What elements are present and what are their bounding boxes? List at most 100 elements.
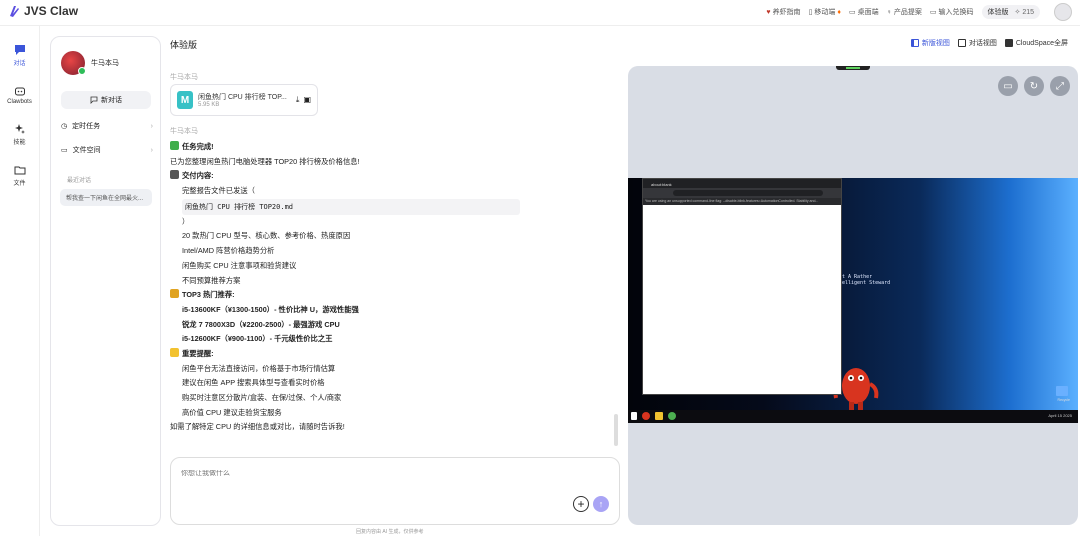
recycle-bin-icon[interactable] — [1056, 386, 1068, 396]
new-view-button[interactable]: 新版视图 — [910, 38, 950, 48]
shrimp-icon: ♥ — [766, 8, 771, 16]
message-line: 完整报告文件已发送（ — [182, 186, 255, 196]
profile-name: 牛马本马 — [91, 60, 119, 67]
recycle-bin-label: Recycle — [1057, 398, 1070, 402]
cloudspace-fullscreen-button[interactable]: CloudSpace全屏 — [1004, 38, 1068, 48]
browser-tab-strip: about:blank — [643, 179, 841, 188]
warning-icon — [170, 347, 179, 357]
chat-view-button[interactable]: 对话视图 — [957, 38, 997, 48]
message-line: 闲鱼平台无法直接访问，价格基于市场行情估算 — [182, 363, 336, 373]
browser-window[interactable]: about:blank You are using an unsupported… — [642, 178, 842, 395]
arrow-up-icon: ↑ — [598, 499, 604, 509]
message-line: 已为您整理闲鱼热门电脑处理器 TOP20 排行榜及价格信息! — [170, 156, 360, 166]
new-chat-button[interactable]: 新对话 — [61, 91, 151, 109]
assistant-message: 任务完成! 已为您整理闲鱼热门电脑处理器 TOP20 排行榜及价格信息! 交付内… — [170, 140, 620, 435]
check-icon — [170, 141, 179, 150]
message-line: 建议在闲鱼 APP 搜索具体型号查看实时价格 — [182, 378, 325, 388]
message-line: 高价值 CPU 建议走验货宝服务 — [182, 407, 282, 417]
expand-icon: ⤢ — [1056, 80, 1064, 92]
message-line: 任务完成! — [170, 140, 620, 155]
message-line: 重要提醒: — [170, 347, 620, 362]
message-line: 如需了解特定 CPU 的详细信息或对比，请随时告诉我! — [170, 422, 345, 432]
message-composer: + ↑ — [170, 457, 620, 525]
plan-pill[interactable]: 体验版 ✧ 215 — [981, 5, 1040, 19]
windows-taskbar: April 15 2025 — [628, 410, 1078, 423]
fullscreen-icon — [1004, 39, 1013, 47]
start-icon[interactable] — [631, 412, 637, 420]
guide-link[interactable]: ♥ 养虾指南 — [766, 7, 800, 17]
chevron-right-icon: › — [150, 122, 153, 130]
chrome-icon[interactable] — [668, 412, 676, 420]
send-button[interactable]: ↑ — [593, 496, 609, 512]
claw-logo-icon — [10, 6, 19, 17]
user-avatar[interactable] — [1054, 3, 1072, 21]
open-folder-icon[interactable]: ▣ — [303, 95, 311, 105]
folder-button[interactable]: ▭ — [998, 76, 1018, 96]
left-nav: 对话 Clawbots 技能 文件 — [0, 26, 40, 536]
trophy-icon — [170, 289, 179, 299]
message-line: 锐龙 7 7800X3D（¥2200-2500）- 最强游戏 CPU — [182, 319, 340, 329]
user-profile[interactable]: 牛马本马 — [61, 51, 119, 75]
recent-conversation[interactable]: 帮我查一下闲鱼在全网最火... — [60, 189, 152, 206]
nav-clawbots[interactable]: Clawbots — [0, 85, 39, 105]
nav-chat[interactable]: 对话 — [0, 44, 39, 67]
prompt-input[interactable] — [181, 470, 581, 477]
plan-badge: 体验版 — [987, 9, 1009, 16]
mobile-link[interactable]: ▯ 移动端 ♦ — [809, 7, 841, 17]
message-line: 20 款热门 CPU 型号、核心数、参考价格、热度原因 — [182, 231, 351, 241]
file-actions: ⤓ ▣ — [296, 95, 311, 105]
warning-infobar: You are using an unsupported command-lin… — [643, 198, 841, 205]
top-links: ♥ 养虾指南 ▯ 移动端 ♦ ▭ 桌面端 ♀ 产品提案 ▭ 输入兑换码 体验版 ✧ 215 — [766, 5, 1040, 19]
nav-files[interactable]: 文件 — [0, 164, 39, 187]
scheduled-tasks-item[interactable]: ◷ 定时任务 › — [61, 121, 153, 131]
bot-icon — [14, 87, 25, 96]
app-icon[interactable] — [642, 412, 650, 420]
cloudspace-preview: ▭ ↻ ⤢ t A Rather elligent Steward about:… — [628, 66, 1078, 525]
file-info: 闲鱼热门 CPU 排行榜 TOP... 5.95 KB — [198, 92, 287, 108]
message-line: 交付内容: — [170, 169, 620, 184]
message-sender: 牛马本马 — [170, 128, 198, 135]
explorer-icon[interactable] — [655, 412, 663, 420]
status-indicator — [836, 66, 870, 70]
message-line: i5-12600KF（¥900-1100）- 千元级性价比之王 — [182, 334, 333, 344]
file-attachment[interactable]: M 闲鱼热门 CPU 排行榜 TOP... 5.95 KB ⤓ ▣ — [170, 84, 318, 116]
desktop-link[interactable]: ▭ 桌面端 — [849, 7, 879, 17]
desktop-wallpaper-text: t A Rather elligent Steward — [842, 274, 891, 286]
profile-avatar — [61, 51, 86, 75]
page-title: 体验版 — [170, 40, 198, 50]
proposal-link[interactable]: ♀ 产品提案 — [887, 7, 922, 17]
message-line: 不同预算推荐方案 — [182, 275, 241, 285]
chevron-right-icon: › — [150, 146, 153, 154]
expand-button[interactable]: ⤢ — [1050, 76, 1070, 96]
app-logo[interactable]: JVS Claw — [8, 4, 78, 18]
add-attachment-button[interactable]: + — [573, 496, 589, 512]
new-chat-icon — [90, 96, 98, 104]
phone-icon: ▯ — [808, 9, 813, 16]
remote-desktop[interactable]: t A Rather elligent Steward about:blank … — [628, 178, 1078, 423]
file-name: 闲鱼热门 CPU 排行榜 TOP... — [198, 94, 287, 101]
taskbar-clock: April 15 2025 — [1048, 413, 1072, 418]
chat-scrollbar[interactable] — [614, 414, 618, 446]
top-bar: JVS Claw ♥ 养虾指南 ▯ 移动端 ♦ ▭ 桌面端 ♀ 产品提案 ▭ 输入兑换码 体… — [0, 0, 1080, 26]
markdown-file-icon: M — [177, 91, 193, 109]
layout-icon — [910, 39, 919, 47]
redeem-link[interactable]: ▭ 输入兑换码 — [930, 7, 974, 17]
nav-skills[interactable]: 技能 — [0, 123, 39, 146]
message-line: 购买时注意区分散片/盒装、在保/过保、个人/商家 — [182, 393, 342, 402]
message-sender: 牛马本马 — [170, 74, 198, 81]
file-size: 5.95 KB — [198, 102, 220, 108]
refresh-button[interactable]: ↻ — [1024, 76, 1044, 96]
url-field[interactable] — [673, 190, 823, 196]
message-line: Intel/AMD 阵营价格趋势分析 — [182, 246, 275, 256]
fire-icon: ♦ — [837, 8, 841, 16]
folder-icon: ▭ — [61, 147, 68, 154]
folder-icon — [14, 166, 25, 175]
browser-tab[interactable]: about:blank — [643, 182, 672, 187]
message-line: i5-13600KF（¥1300-1500）- 性价比神 U，游戏性能强 — [182, 304, 359, 314]
download-icon[interactable]: ⤓ — [296, 95, 300, 105]
taskbar-icons — [631, 412, 676, 420]
file-space-item[interactable]: ▭ 文件空间 › — [61, 145, 153, 155]
folder-icon: ▭ — [1003, 80, 1013, 92]
address-bar[interactable] — [643, 188, 841, 198]
chat-layout-icon — [957, 39, 966, 47]
